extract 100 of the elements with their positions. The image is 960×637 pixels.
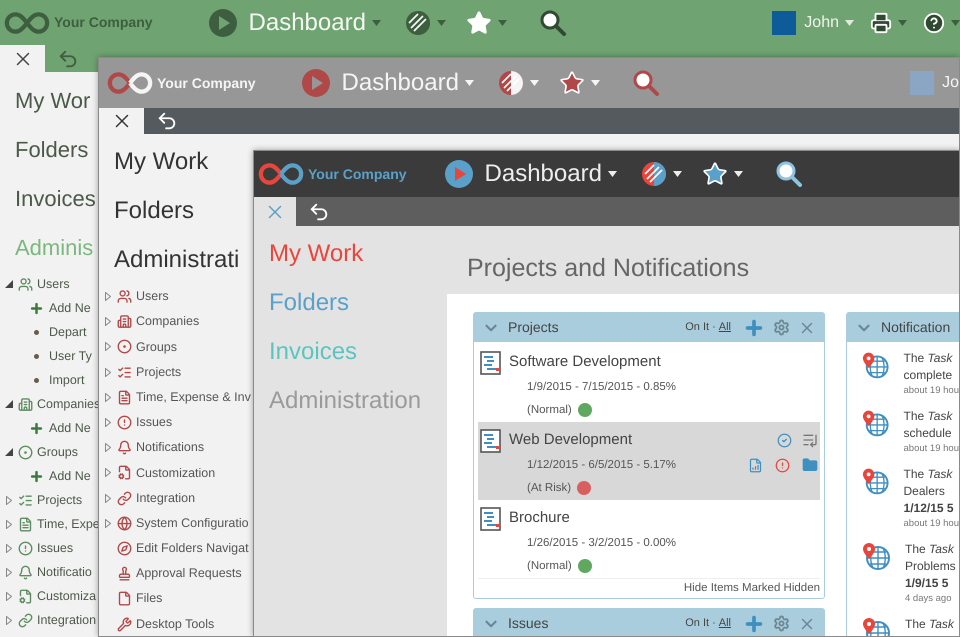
tree-item[interactable]: Projects bbox=[136, 362, 182, 382]
tree-item[interactable]: Depart bbox=[49, 322, 87, 342]
caret-icon[interactable] bbox=[672, 171, 682, 177]
tree-item[interactable]: Integration bbox=[136, 488, 196, 508]
notification-text: Dealers bbox=[904, 483, 946, 500]
caret-icon[interactable] bbox=[734, 171, 743, 177]
nav-item[interactable]: My Wor bbox=[15, 84, 90, 117]
gear-document-icon bbox=[117, 465, 132, 480]
tree-item[interactable]: Groups bbox=[136, 338, 177, 356]
expanded-arrow-icon[interactable] bbox=[5, 280, 13, 288]
caret-icon[interactable] bbox=[608, 171, 617, 177]
project-status: (Normal) bbox=[527, 558, 572, 574]
back-icon[interactable] bbox=[308, 200, 330, 222]
tree-item[interactable]: Time, Expense & Inv bbox=[136, 388, 251, 407]
striped-circle-icon[interactable] bbox=[640, 161, 667, 187]
avatar-photo-placeholder[interactable] bbox=[772, 10, 796, 34]
report-icon[interactable] bbox=[748, 458, 763, 473]
project-name[interactable]: Software Development bbox=[509, 351, 661, 374]
collapsed-arrow-icon[interactable] bbox=[105, 292, 111, 302]
bullet-icon bbox=[34, 330, 39, 334]
collapsed-arrow-icon[interactable] bbox=[105, 468, 111, 478]
collapsed-arrow-icon[interactable] bbox=[6, 616, 12, 624]
expanded-arrow-icon[interactable] bbox=[5, 448, 13, 456]
tree-item[interactable]: Customization bbox=[136, 464, 216, 482]
collapsed-arrow-icon[interactable] bbox=[105, 418, 111, 428]
plus-icon bbox=[29, 300, 44, 316]
play-icon[interactable] bbox=[302, 69, 330, 97]
collapsed-arrow-icon[interactable] bbox=[105, 518, 111, 528]
star-icon[interactable] bbox=[558, 70, 585, 96]
project-name[interactable]: Brochure bbox=[509, 507, 570, 530]
collapsed-arrow-icon[interactable] bbox=[6, 544, 12, 552]
tree-item[interactable]: Notifications bbox=[136, 438, 204, 458]
notification-time: about 19 hou bbox=[904, 517, 959, 531]
close-tab[interactable] bbox=[99, 108, 144, 134]
tree-item[interactable]: Time, Expe bbox=[37, 514, 100, 534]
close-tab[interactable] bbox=[0, 45, 45, 72]
dashboard-menu[interactable]: Dashboard bbox=[484, 156, 602, 192]
tree-item[interactable]: User Ty bbox=[49, 346, 92, 366]
tree-item[interactable]: Notificatio bbox=[37, 562, 92, 582]
nav-item[interactable]: Administrati bbox=[114, 242, 240, 278]
nav-item[interactable]: Folders bbox=[114, 192, 194, 228]
document-icon bbox=[117, 390, 132, 405]
striped-circle-icon[interactable] bbox=[498, 70, 524, 96]
collapsed-arrow-icon[interactable] bbox=[6, 592, 12, 600]
tree-item[interactable]: Companies bbox=[37, 394, 100, 414]
check-circle-icon[interactable] bbox=[777, 432, 792, 448]
tree-item[interactable]: Customiza bbox=[37, 586, 96, 606]
tree-item[interactable]: Integration bbox=[37, 610, 96, 630]
alert-icon[interactable] bbox=[775, 458, 790, 473]
nav-item[interactable]: Folders bbox=[15, 133, 88, 166]
tree-item[interactable]: Issues bbox=[136, 413, 172, 432]
play-icon[interactable] bbox=[444, 160, 473, 188]
project-name[interactable]: Web Development bbox=[509, 429, 632, 452]
tree-item[interactable]: Approval Requests bbox=[136, 564, 242, 584]
collapsed-arrow-icon[interactable] bbox=[105, 317, 111, 326]
collapsed-arrow-icon[interactable] bbox=[105, 368, 111, 377]
collapsed-arrow-icon[interactable] bbox=[105, 494, 111, 503]
search-icon[interactable] bbox=[774, 160, 803, 188]
folder-icon[interactable] bbox=[802, 457, 818, 474]
tree-item[interactable]: Groups bbox=[37, 442, 78, 462]
tree-item[interactable]: Import bbox=[49, 370, 84, 390]
tree-item[interactable]: Projects bbox=[37, 490, 82, 510]
collapsed-arrow-icon[interactable] bbox=[105, 342, 111, 352]
star-icon[interactable] bbox=[702, 161, 728, 187]
tree-item[interactable]: Add Ne bbox=[49, 418, 91, 438]
printer-icon[interactable] bbox=[870, 12, 892, 34]
expanded-arrow-icon[interactable] bbox=[5, 400, 13, 408]
notification-date: 1/9/15 5 bbox=[905, 575, 950, 592]
tree-item[interactable]: Edit Folders Navigat bbox=[136, 539, 249, 558]
back-icon[interactable] bbox=[156, 110, 178, 132]
tree-item[interactable]: System Configuratio bbox=[136, 514, 249, 533]
collapsed-arrow-icon[interactable] bbox=[105, 392, 111, 402]
settings-icon[interactable] bbox=[773, 319, 790, 336]
collapsed-arrow-icon[interactable] bbox=[105, 443, 111, 452]
collapsed-arrow-icon[interactable] bbox=[6, 568, 12, 576]
collapsed-arrow-icon[interactable] bbox=[6, 520, 12, 528]
hide-items-link[interactable]: Hide Items Marked Hidden bbox=[684, 580, 820, 598]
tree-item[interactable]: Desktop Tools bbox=[136, 614, 214, 634]
project-row[interactable]: Web Development 1/12/2015 - 6/5/2015 - 5.17% (At Risk) bbox=[478, 422, 820, 500]
striped-circle-icon[interactable] bbox=[404, 10, 431, 36]
tree-item[interactable]: Companies bbox=[136, 312, 200, 332]
tree-item[interactable]: Add Ne bbox=[49, 298, 91, 318]
all-link[interactable]: All bbox=[718, 319, 731, 336]
nav-item[interactable]: Invoices bbox=[15, 182, 96, 215]
search-icon[interactable] bbox=[632, 69, 660, 97]
play-icon[interactable] bbox=[208, 8, 237, 36]
list-arrow-icon[interactable] bbox=[802, 432, 818, 448]
search-icon[interactable] bbox=[538, 8, 567, 36]
tree-item[interactable]: Files bbox=[136, 589, 162, 608]
company-name: Your Company bbox=[308, 164, 407, 184]
all-link[interactable]: All bbox=[718, 615, 731, 632]
tree-item[interactable]: Users bbox=[37, 274, 70, 294]
nav-item[interactable]: My Work bbox=[114, 144, 208, 180]
tree-item[interactable]: Users bbox=[136, 287, 169, 306]
tree-item[interactable]: Add Ne bbox=[49, 466, 91, 486]
star-icon[interactable] bbox=[466, 10, 492, 36]
tree-item[interactable]: Issues bbox=[37, 538, 74, 558]
settings-icon[interactable] bbox=[773, 615, 790, 632]
help-icon[interactable] bbox=[923, 12, 945, 34]
collapsed-arrow-icon[interactable] bbox=[6, 496, 12, 504]
